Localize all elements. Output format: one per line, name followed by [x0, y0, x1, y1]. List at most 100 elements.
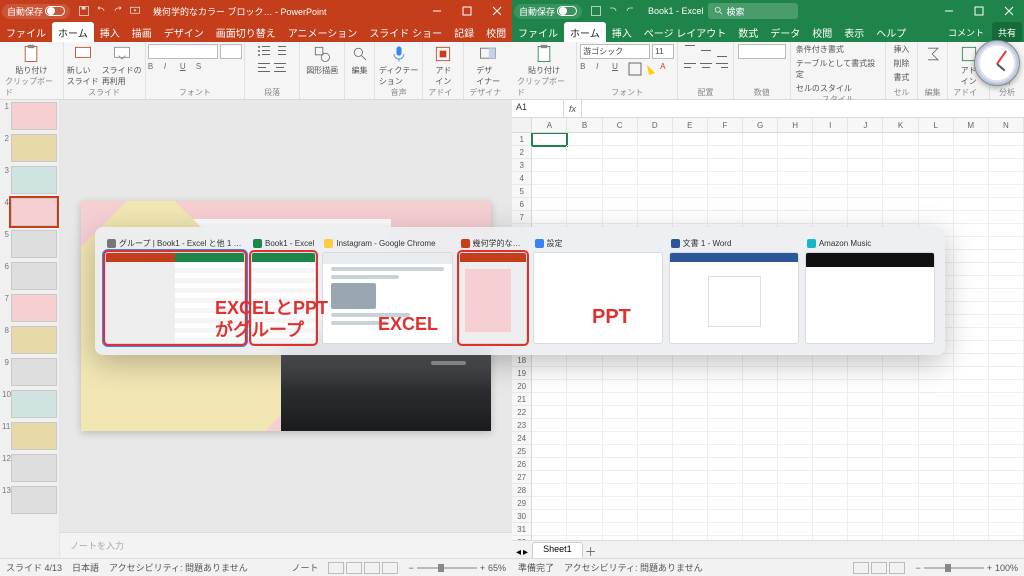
- autosave-toggle[interactable]: 自動保存: [514, 4, 582, 19]
- cell[interactable]: [778, 185, 813, 198]
- cell[interactable]: [708, 458, 743, 471]
- cell[interactable]: [673, 393, 708, 406]
- cell[interactable]: [673, 458, 708, 471]
- cell[interactable]: [532, 497, 567, 510]
- task-thumbnail-group[interactable]: グループ | Book1 - Excel と他 1 つのウィ…: [105, 237, 245, 344]
- underline-button[interactable]: U: [612, 62, 626, 76]
- tab-draw[interactable]: 描画: [126, 22, 158, 42]
- tab-view[interactable]: 表示: [838, 22, 870, 42]
- cell[interactable]: [954, 523, 989, 536]
- cell[interactable]: [567, 419, 602, 432]
- cell[interactable]: [638, 510, 673, 523]
- cell[interactable]: [603, 146, 638, 159]
- cell[interactable]: [638, 497, 673, 510]
- maximize-button[interactable]: [452, 0, 482, 22]
- cell[interactable]: [883, 458, 918, 471]
- zoom-percent[interactable]: 65%: [488, 563, 506, 573]
- slide-thumbnail[interactable]: 3: [2, 166, 57, 194]
- cell[interactable]: [989, 458, 1024, 471]
- task-preview[interactable]: [322, 252, 452, 344]
- cell[interactable]: [883, 393, 918, 406]
- cell[interactable]: [919, 510, 954, 523]
- cell[interactable]: [954, 211, 989, 224]
- cell[interactable]: [883, 497, 918, 510]
- normal-view-button[interactable]: [328, 562, 344, 574]
- cell[interactable]: [567, 198, 602, 211]
- cell[interactable]: [848, 159, 883, 172]
- tab-pagelayout[interactable]: ページ レイアウト: [638, 22, 733, 42]
- cell[interactable]: [883, 198, 918, 211]
- cell[interactable]: [883, 380, 918, 393]
- zoom-slider[interactable]: −+ 100%: [915, 563, 1018, 573]
- cell[interactable]: [954, 354, 989, 367]
- cell[interactable]: [638, 471, 673, 484]
- cell[interactable]: [883, 354, 918, 367]
- cell[interactable]: [883, 211, 918, 224]
- column-header[interactable]: K: [883, 118, 918, 132]
- cell[interactable]: [673, 484, 708, 497]
- cell[interactable]: [673, 185, 708, 198]
- cell[interactable]: [778, 198, 813, 211]
- column-header[interactable]: A: [532, 118, 567, 132]
- tab-record[interactable]: 記録: [448, 22, 480, 42]
- comment-button[interactable]: コメント: [942, 22, 990, 42]
- maximize-button[interactable]: [964, 0, 994, 22]
- cell[interactable]: [848, 484, 883, 497]
- cell[interactable]: [743, 419, 778, 432]
- cell[interactable]: [919, 198, 954, 211]
- font-name-combo[interactable]: 游ゴシック: [580, 44, 650, 59]
- sheet-nav-prev[interactable]: ◂: [516, 547, 521, 558]
- redo-icon[interactable]: [624, 5, 636, 17]
- cell[interactable]: [532, 484, 567, 497]
- name-box[interactable]: A1: [512, 100, 564, 117]
- cell[interactable]: [989, 146, 1024, 159]
- cell[interactable]: [708, 432, 743, 445]
- page-layout-view-button[interactable]: [871, 562, 887, 574]
- cell[interactable]: [813, 471, 848, 484]
- cell[interactable]: [743, 380, 778, 393]
- cell[interactable]: [673, 406, 708, 419]
- cell[interactable]: [813, 406, 848, 419]
- cell[interactable]: [989, 159, 1024, 172]
- cell[interactable]: [567, 380, 602, 393]
- cell[interactable]: [883, 432, 918, 445]
- cell[interactable]: [954, 341, 989, 354]
- align-top-icon[interactable]: [683, 44, 697, 58]
- format-as-table-button[interactable]: テーブルとして書式設定: [796, 58, 880, 80]
- bold-button[interactable]: B: [148, 62, 162, 76]
- cell[interactable]: [778, 367, 813, 380]
- cell[interactable]: [989, 380, 1024, 393]
- cell[interactable]: [532, 458, 567, 471]
- cell[interactable]: [813, 172, 848, 185]
- cell[interactable]: [603, 354, 638, 367]
- cell[interactable]: [989, 172, 1024, 185]
- row-header[interactable]: 25: [512, 445, 532, 458]
- slide-thumbnail-panel[interactable]: 12345678910111213: [0, 100, 60, 558]
- cell[interactable]: [708, 484, 743, 497]
- cell[interactable]: [603, 432, 638, 445]
- cell[interactable]: [567, 406, 602, 419]
- cell[interactable]: [673, 133, 708, 146]
- cell[interactable]: [567, 159, 602, 172]
- cell[interactable]: [848, 198, 883, 211]
- cell-styles-button[interactable]: セルのスタイル: [796, 83, 852, 94]
- slide-thumbnail[interactable]: 9: [2, 358, 57, 386]
- cell[interactable]: [673, 380, 708, 393]
- cell[interactable]: [883, 445, 918, 458]
- cell[interactable]: [954, 224, 989, 237]
- cell[interactable]: [989, 419, 1024, 432]
- cell[interactable]: [954, 289, 989, 302]
- ppt-titlebar[interactable]: 自動保存 幾何学的なカラー ブロック… - PowerPoint: [0, 0, 512, 22]
- cell[interactable]: [673, 172, 708, 185]
- cell[interactable]: [532, 211, 567, 224]
- column-header[interactable]: I: [813, 118, 848, 132]
- cell[interactable]: [532, 354, 567, 367]
- numbering-icon[interactable]: [273, 44, 287, 58]
- cell[interactable]: [989, 510, 1024, 523]
- column-header[interactable]: E: [673, 118, 708, 132]
- row-header[interactable]: 23: [512, 419, 532, 432]
- cell[interactable]: [778, 380, 813, 393]
- column-header[interactable]: L: [919, 118, 954, 132]
- accessibility-status[interactable]: アクセシビリティ: 問題ありません: [109, 561, 248, 574]
- cell[interactable]: [603, 445, 638, 458]
